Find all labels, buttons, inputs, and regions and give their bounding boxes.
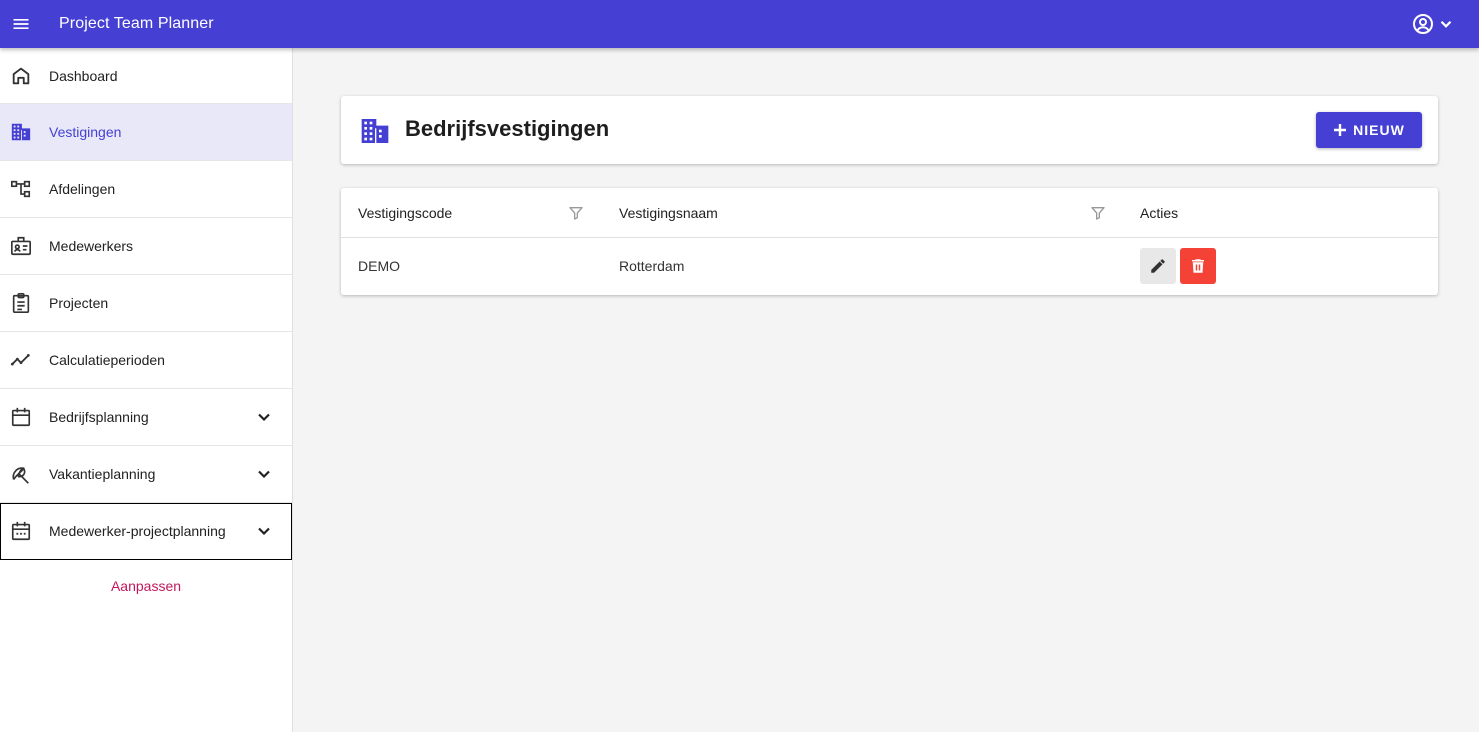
- column-header-acties: Acties: [1140, 205, 1179, 221]
- sidebar-item-afdelingen[interactable]: Afdelingen: [0, 161, 292, 218]
- customize-link[interactable]: Aanpassen: [0, 578, 292, 594]
- plus-icon: [1334, 124, 1347, 136]
- trend-line-icon: [10, 349, 32, 371]
- chevron-down-icon: [1440, 20, 1452, 28]
- sidebar-item-medewerker-projectplanning[interactable]: Medewerker-projectplanning: [0, 503, 292, 560]
- filter-icon[interactable]: [1090, 205, 1106, 221]
- hamburger-icon: [13, 19, 29, 29]
- chevron-down-icon: [258, 413, 270, 422]
- calendar-icon: [10, 406, 32, 428]
- sidebar-item-dashboard[interactable]: Dashboard: [0, 48, 292, 104]
- account-circle-icon: [1413, 14, 1433, 34]
- chevron-down-icon: [258, 470, 270, 479]
- home-icon: [10, 65, 32, 87]
- top-app-bar: Project Team Planner: [0, 0, 1479, 48]
- sidebar-item-calculatieperioden[interactable]: Calculatieperioden: [0, 332, 292, 389]
- user-menu-button[interactable]: [1411, 0, 1455, 48]
- sidebar-item-medewerkers[interactable]: Medewerkers: [0, 218, 292, 275]
- trash-icon: [1192, 259, 1204, 273]
- sidebar-item-label: Afdelingen: [49, 181, 116, 197]
- cell-vestigingscode: DEMO: [358, 258, 400, 274]
- filter-icon[interactable]: [568, 205, 584, 221]
- org-chart-icon: [10, 178, 32, 200]
- sidebar-item-vestigingen[interactable]: Vestigingen: [0, 104, 292, 161]
- delete-button[interactable]: [1180, 248, 1216, 284]
- sidebar-item-bedrijfsplanning[interactable]: Bedrijfsplanning: [0, 389, 292, 446]
- edit-button[interactable]: [1140, 248, 1176, 284]
- clipboard-icon: [10, 292, 32, 314]
- sidebar-item-label: Bedrijfsplanning: [49, 409, 149, 425]
- sidebar-item-vakantieplanning[interactable]: Vakantieplanning: [0, 446, 292, 503]
- sidebar-item-label: Projecten: [49, 295, 109, 311]
- sidebar-item-projecten[interactable]: Projecten: [0, 275, 292, 332]
- sidebar-item-label: Vakantieplanning: [49, 466, 156, 482]
- beach-umbrella-icon: [10, 463, 32, 485]
- header-divider: [341, 237, 1438, 238]
- sidebar-item-label: Medewerkers: [49, 238, 134, 254]
- sidebar-nav: Dashboard Vestigingen Afdelingen Medewer…: [0, 48, 293, 732]
- menu-button[interactable]: [0, 0, 36, 48]
- building-icon: [10, 121, 32, 143]
- badge-icon: [10, 235, 32, 257]
- page-header-card: Bedrijfsvestigingen NIEUW: [341, 96, 1438, 164]
- column-header-vestigingsnaam: Vestigingsnaam: [619, 205, 718, 221]
- calendar-dots-icon: [10, 520, 32, 542]
- pencil-icon: [1151, 259, 1165, 273]
- data-table: Vestigingscode Vestigingsnaam Acties DEM…: [341, 188, 1438, 295]
- new-button[interactable]: NIEUW: [1316, 112, 1422, 148]
- chevron-down-icon: [258, 527, 270, 536]
- column-header-vestigingscode: Vestigingscode: [358, 205, 453, 221]
- cell-vestigingsnaam: Rotterdam: [619, 258, 685, 274]
- sidebar-item-label: Dashboard: [49, 67, 118, 84]
- new-button-label: NIEUW: [1353, 122, 1405, 138]
- page-title: Bedrijfsvestigingen: [405, 116, 610, 141]
- sidebar-item-label: Calculatieperioden: [49, 352, 165, 368]
- sidebar-item-label: Vestigingen: [49, 124, 122, 140]
- building-icon: [361, 119, 389, 143]
- sidebar-item-label: Medewerker-projectplanning: [49, 523, 226, 539]
- app-title: Project Team Planner: [59, 15, 214, 32]
